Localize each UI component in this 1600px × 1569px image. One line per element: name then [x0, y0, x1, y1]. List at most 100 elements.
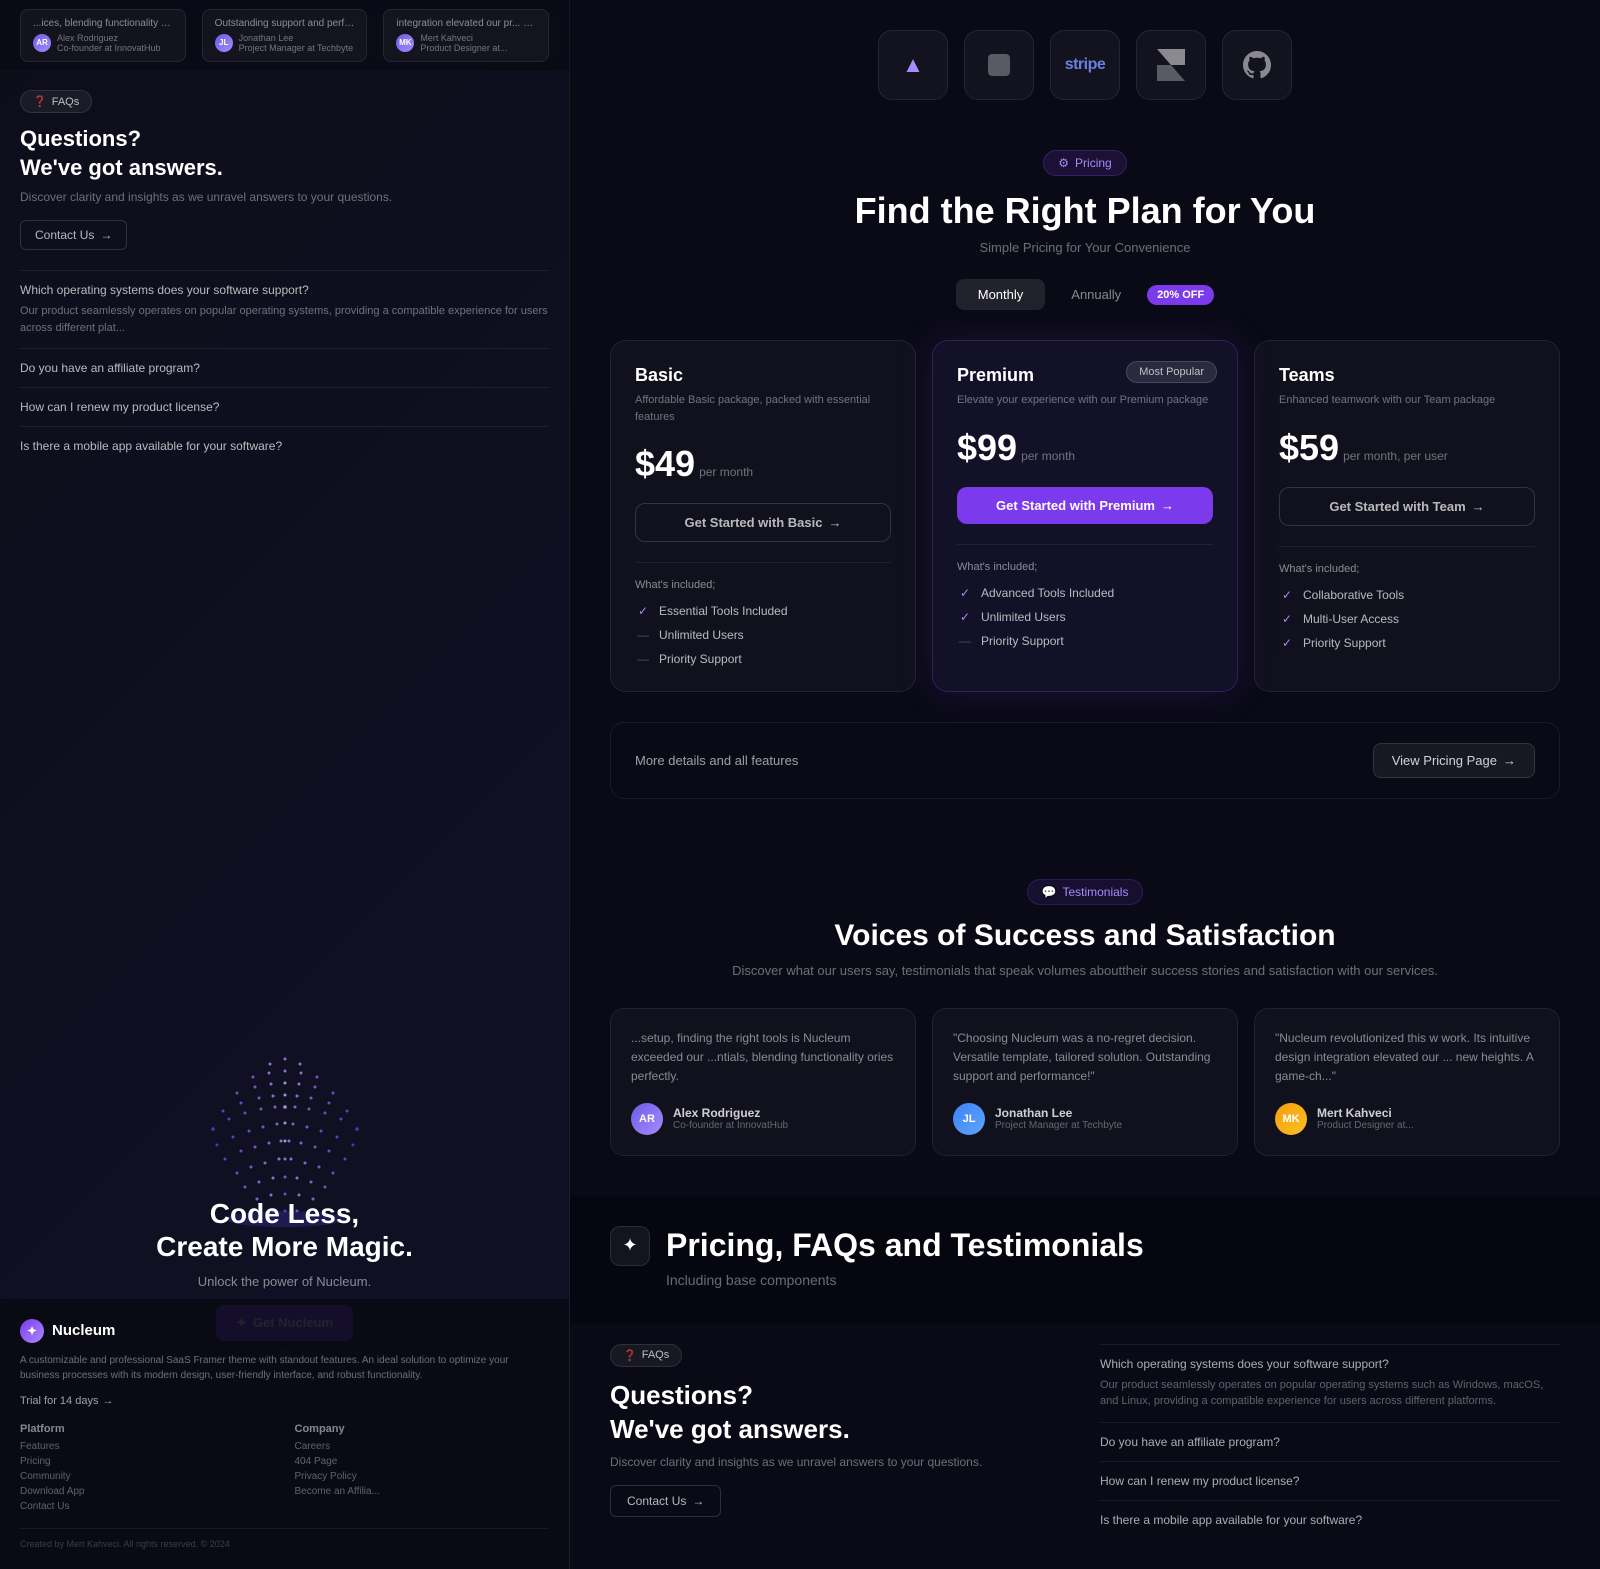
- left-faq-item-1[interactable]: Do you have an affiliate program?: [20, 348, 549, 387]
- faqs-item-0[interactable]: Which operating systems does your softwa…: [1100, 1344, 1560, 1422]
- logos-section: ▲ stripe: [570, 0, 1600, 130]
- dash-icon: —: [635, 627, 651, 643]
- nucleum-desc: A customizable and professional SaaS Fra…: [20, 1353, 549, 1383]
- arrow-right-icon: →: [692, 1494, 704, 1508]
- faqs-bottom-desc: Discover clarity and insights as we unra…: [610, 1455, 1070, 1469]
- left-faq-list: Which operating systems does your softwa…: [20, 270, 549, 465]
- teams-feature-2: ✓ Priority Support: [1279, 635, 1535, 651]
- faqs-question-2[interactable]: How can I renew my product license?: [1100, 1474, 1560, 1488]
- top-testimonials-bar: ...ices, blending functionality ories pe…: [0, 0, 569, 70]
- arrow-right-icon: →: [1503, 753, 1516, 768]
- check-icon: ✓: [1279, 587, 1295, 603]
- billing-toggle: Monthly Annually 20% OFF: [610, 279, 1560, 310]
- logo-stripe: stripe: [1050, 30, 1120, 100]
- left-faq-item-0[interactable]: Which operating systems does your softwa…: [20, 270, 549, 348]
- left-faq-item-2[interactable]: How can I renew my product license?: [20, 387, 549, 426]
- testimonials-badge: 💬 Testimonials: [1027, 879, 1144, 905]
- premium-cta-button[interactable]: Get Started with Premium →: [957, 487, 1213, 524]
- top-testimonial-1-text: ...ices, blending functionality ories pe…: [33, 18, 173, 29]
- faqs-right-col: Which operating systems does your softwa…: [1100, 1344, 1560, 1539]
- premium-feature-0: ✓ Advanced Tools Included: [957, 585, 1213, 601]
- footer-platform-title: Platform: [20, 1423, 275, 1435]
- premium-feature-list: ✓ Advanced Tools Included ✓ Unlimited Us…: [957, 585, 1213, 649]
- page-title-section: ✦ Pricing, FAQs and Testimonials Includi…: [610, 1226, 1560, 1288]
- testimonials-subtitle: Discover what our users say, testimonial…: [610, 963, 1560, 978]
- footer-link-contact[interactable]: Contact Us: [20, 1501, 275, 1512]
- top-testimonial-1-name: Alex Rodriguez Co-founder at InnovatHub: [57, 33, 161, 53]
- footer-link-download[interactable]: Download App: [20, 1486, 275, 1497]
- footer-link-community[interactable]: Community: [20, 1471, 275, 1482]
- testimonials-title: Voices of Success and Satisfaction: [610, 919, 1560, 953]
- page-icon: ✦: [610, 1226, 650, 1266]
- testimonial-author-0: AR Alex Rodriguez Co-founder at InnovatH…: [631, 1103, 895, 1135]
- trial-link[interactable]: Trial for 14 days →: [20, 1395, 549, 1407]
- faqs-question-1[interactable]: Do you have an affiliate program?: [1100, 1435, 1560, 1449]
- left-faq-question-2[interactable]: How can I renew my product license?: [20, 400, 549, 414]
- arrow-right-icon: →: [828, 515, 841, 530]
- billing-annually-option[interactable]: Annually: [1049, 279, 1143, 310]
- teams-feature-list: ✓ Collaborative Tools ✓ Multi-User Acces…: [1279, 587, 1535, 651]
- logo-square: [964, 30, 1034, 100]
- footer-link-404[interactable]: 404 Page: [295, 1456, 550, 1467]
- teams-feature-1: ✓ Multi-User Access: [1279, 611, 1535, 627]
- basic-cta-button[interactable]: Get Started with Basic →: [635, 503, 891, 542]
- top-testimonial-2-avatar: JL: [215, 34, 233, 52]
- left-contact-button[interactable]: Contact Us →: [20, 220, 127, 250]
- left-faq-question-1[interactable]: Do you have an affiliate program?: [20, 361, 549, 375]
- testimonial-author-name-2: Mert Kahveci: [1317, 1106, 1414, 1120]
- footer-link-careers[interactable]: Careers: [295, 1441, 550, 1452]
- left-panel: ...ices, blending functionality ories pe…: [0, 0, 570, 1569]
- faqs-item-3[interactable]: Is there a mobile app available for your…: [1100, 1500, 1560, 1539]
- premium-feature-1: ✓ Unlimited Users: [957, 609, 1213, 625]
- check-icon: ✓: [1279, 635, 1295, 651]
- teams-cta-button[interactable]: Get Started with Team →: [1279, 487, 1535, 526]
- footer-link-features[interactable]: Features: [20, 1441, 275, 1452]
- page-wrapper: ...ices, blending functionality ories pe…: [0, 0, 1600, 1569]
- faqs-question-3[interactable]: Is there a mobile app available for your…: [1100, 1513, 1560, 1527]
- faqs-question-0[interactable]: Which operating systems does your softwa…: [1100, 1357, 1560, 1371]
- nucleum-logo-icon: ✦: [20, 1319, 44, 1343]
- arrow-right-icon: →: [102, 1395, 113, 1407]
- nucleum-logo-row: ✦ Nucleum: [20, 1319, 549, 1343]
- faqs-bottom-badge: ❓ FAQs: [610, 1344, 682, 1367]
- footer-link-privacy[interactable]: Privacy Policy: [295, 1471, 550, 1482]
- left-faq-item-3[interactable]: Is there a mobile app available for your…: [20, 426, 549, 465]
- faqs-contact-button[interactable]: Contact Us →: [610, 1485, 721, 1517]
- view-pricing-button[interactable]: View Pricing Page →: [1373, 743, 1535, 778]
- page-main-subtitle: Including base components: [666, 1272, 1144, 1288]
- pricing-header: ⚙ Pricing Find the Right Plan for You Si…: [610, 150, 1560, 310]
- bottom-overlay: ✦ Pricing, FAQs and Testimonials Includi…: [570, 1196, 1600, 1324]
- discount-badge: 20% OFF: [1147, 285, 1214, 305]
- check-icon: ✓: [635, 603, 651, 619]
- testimonials-grid: ...setup, finding the right tools is Nuc…: [610, 1008, 1560, 1156]
- most-popular-badge: Most Popular: [1126, 361, 1217, 383]
- top-testimonial-2-author-row: JL Jonathan Lee Project Manager at Techb…: [215, 33, 355, 53]
- check-icon: ✓: [957, 585, 973, 601]
- basic-feature-0: ✓ Essential Tools Included: [635, 603, 891, 619]
- top-testimonial-3-author-row: MK Mert Kahveci Product Designer at...: [396, 33, 536, 53]
- top-testimonial-3-name: Mert Kahveci Product Designer at...: [420, 33, 507, 53]
- premium-plan-desc: Elevate your experience with our Premium…: [957, 392, 1213, 409]
- basic-feature-2: — Priority Support: [635, 651, 891, 667]
- top-testimonial-1: ...ices, blending functionality ories pe…: [20, 9, 186, 62]
- footer-copyright: Created by Mert Kahveci. All rights rese…: [20, 1528, 549, 1549]
- pricing-badge: ⚙ Pricing: [1043, 150, 1126, 176]
- footer-link-affiliate[interactable]: Become an Affilia...: [295, 1486, 550, 1497]
- testimonial-avatar-2: MK: [1275, 1103, 1307, 1135]
- view-pricing-section: More details and all features View Prici…: [610, 722, 1560, 799]
- left-faq-question-3[interactable]: Is there a mobile app available for your…: [20, 439, 549, 453]
- testimonial-body-2: "Nucleum revolutionized this w work. Its…: [1275, 1029, 1539, 1087]
- testimonial-author-title-1: Project Manager at Techbyte: [995, 1120, 1122, 1131]
- check-icon: ✓: [1279, 611, 1295, 627]
- footer-link-pricing[interactable]: Pricing: [20, 1456, 275, 1467]
- left-faq-question-0[interactable]: Which operating systems does your softwa…: [20, 283, 549, 297]
- teams-plan-name: Teams: [1279, 365, 1535, 386]
- faqs-item-1[interactable]: Do you have an affiliate program?: [1100, 1422, 1560, 1461]
- left-faq-title: Questions?We've got answers.: [20, 125, 549, 182]
- top-testimonial-1-avatar: AR: [33, 34, 51, 52]
- faqs-item-2[interactable]: How can I renew my product license?: [1100, 1461, 1560, 1500]
- dash-icon: —: [957, 633, 973, 649]
- billing-monthly-option[interactable]: Monthly: [956, 279, 1046, 310]
- page-main-title: Pricing, FAQs and Testimonials: [666, 1226, 1144, 1264]
- faqs-bottom-title: Questions? We've got answers.: [610, 1379, 1070, 1447]
